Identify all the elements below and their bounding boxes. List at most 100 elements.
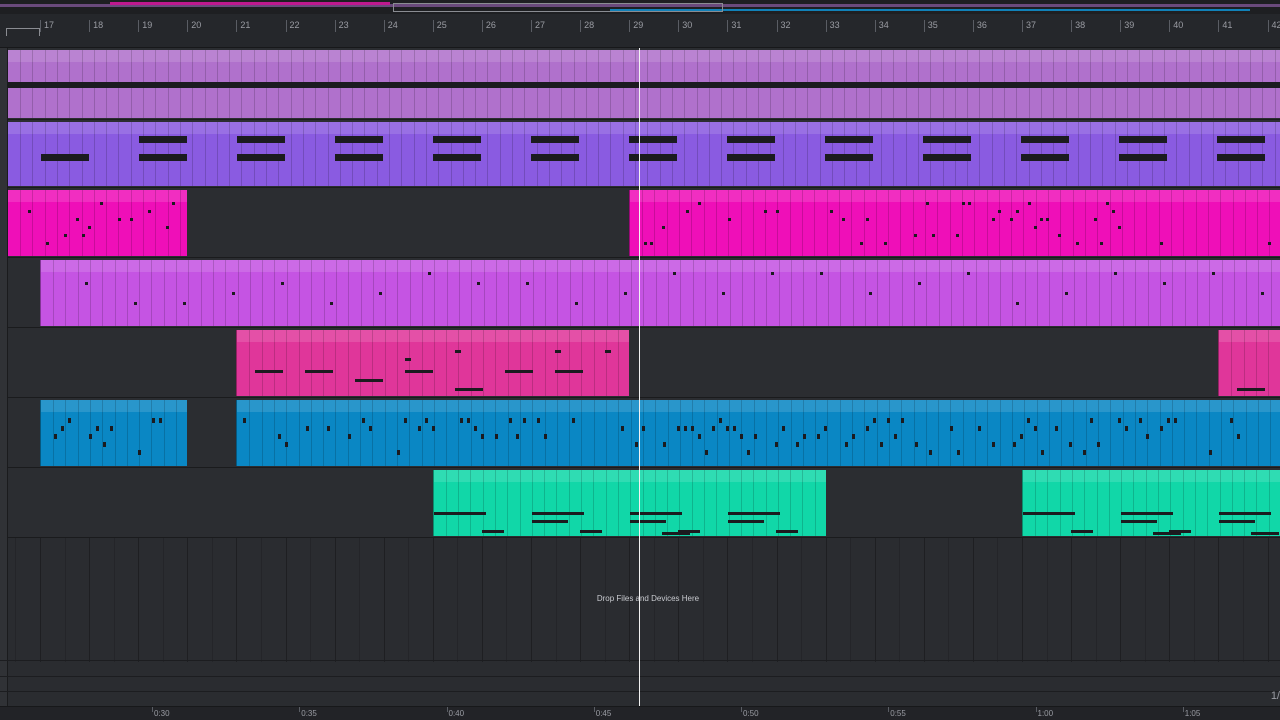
clip-grid-line — [1184, 260, 1186, 326]
midi-clip[interactable] — [236, 330, 630, 396]
midi-note — [1174, 418, 1178, 423]
clip-grid-line — [950, 400, 952, 466]
clip-grid-line — [606, 330, 608, 396]
playhead[interactable] — [639, 48, 641, 706]
clip-grid-line — [593, 400, 595, 466]
midi-note — [397, 450, 401, 455]
clip-grid-line — [790, 400, 792, 466]
midi-clip[interactable] — [7, 190, 188, 256]
clip-grid-line — [716, 400, 718, 466]
midi-clip[interactable] — [1022, 470, 1280, 536]
midi-note — [644, 242, 648, 245]
bar-tick — [580, 20, 582, 32]
time-ruler[interactable]: 0:30 0:35 0:40 0:45 0:50 0:55 1:00 1:05 — [0, 706, 1280, 720]
clip-grid-line — [77, 400, 79, 466]
clip-grid-line — [1121, 470, 1123, 536]
midi-clip[interactable] — [432, 470, 826, 536]
bar-number: 38 — [1075, 20, 1086, 30]
clip-grid-line — [717, 260, 719, 326]
clip-grid-line — [630, 470, 632, 536]
midi-note — [915, 442, 919, 447]
bar-number: 34 — [878, 20, 889, 30]
clip-grid-line — [544, 470, 546, 536]
midi-note — [998, 210, 1002, 213]
midi-note — [1020, 434, 1024, 439]
midi-clip[interactable] — [629, 190, 1280, 256]
clip-grid-line — [851, 190, 853, 256]
clip-grid-line — [425, 122, 427, 186]
clip-grid-line — [347, 330, 349, 396]
midi-note — [1041, 450, 1045, 455]
clip-grid-line — [618, 330, 620, 396]
clip-grid-line — [925, 400, 927, 466]
clip-grid-line — [323, 400, 325, 466]
midi-note — [1046, 218, 1050, 221]
midi-clip[interactable] — [236, 400, 1280, 466]
bar-tick — [138, 20, 140, 32]
midi-note — [1100, 242, 1104, 245]
midi-note — [825, 154, 873, 161]
clip-grid-line — [494, 470, 496, 536]
midi-note — [369, 426, 373, 431]
clip-grid-line — [1221, 260, 1223, 326]
clip-grid-line — [458, 330, 460, 396]
clip-grid-line — [89, 260, 91, 326]
midi-clip[interactable] — [40, 260, 1280, 326]
bar-number: 35 — [927, 20, 938, 30]
midi-note — [355, 379, 384, 382]
clip-grid-line — [1171, 400, 1173, 466]
midi-note — [531, 136, 579, 143]
clip-grid-line — [610, 122, 612, 186]
bar-tick — [285, 20, 287, 32]
midi-note — [929, 450, 933, 455]
midi-note — [348, 434, 352, 439]
clip-grid-line — [458, 400, 460, 466]
bar-tick — [1218, 20, 1220, 32]
clip-grid-line — [396, 400, 398, 466]
midi-note — [1212, 272, 1215, 275]
clip-grid-line — [347, 400, 349, 466]
clip-grid-line — [1159, 400, 1161, 466]
bar-number: 32 — [780, 20, 791, 30]
clip-grid-line — [53, 400, 54, 466]
clip-grid-line — [118, 122, 120, 186]
midi-clip[interactable] — [7, 50, 1280, 118]
clip-grid-line — [1134, 190, 1136, 256]
clip-grid-line — [938, 260, 940, 326]
clip-grid-line — [1244, 190, 1246, 256]
clip-grid-line — [975, 260, 977, 326]
overview-strip[interactable] — [0, 0, 1280, 14]
clip-grid-line — [852, 400, 854, 466]
clip-grid-line — [360, 400, 362, 466]
clip-grid-line — [421, 400, 423, 466]
clip-grid-line — [310, 330, 312, 396]
clip-grid-line — [421, 330, 423, 396]
bar-number: 24 — [387, 20, 398, 30]
midi-note — [956, 234, 960, 237]
bar-tick — [334, 20, 336, 32]
clip-grid-line — [1270, 260, 1272, 326]
midi-note — [1146, 434, 1150, 439]
midi-note — [243, 418, 247, 423]
beat-time-ruler[interactable]: 17 18 19 20 21 22 23 24 25 26 27 28 29 30 31 32 33 34 35 36… — [0, 14, 1280, 48]
clip-grid-line — [827, 260, 829, 326]
clip-grid-line — [327, 122, 329, 186]
clip-grid-line — [692, 400, 694, 466]
midi-note — [61, 426, 64, 431]
time-tick — [888, 707, 890, 712]
clip-grid-line — [56, 190, 58, 256]
clip-grid-line — [20, 190, 21, 256]
midi-clip[interactable] — [7, 122, 1280, 186]
midi-note — [1160, 242, 1164, 245]
overview-visible-range[interactable] — [393, 3, 723, 12]
clip-grid-line — [753, 470, 755, 536]
midi-note — [869, 292, 872, 295]
midi-note — [505, 370, 534, 373]
midi-note — [776, 210, 780, 213]
loop-brace[interactable] — [6, 28, 40, 36]
time-label: 0:35 — [301, 709, 317, 718]
midi-clip[interactable] — [40, 400, 188, 466]
midi-note — [1034, 226, 1038, 229]
clip-grid-line — [1145, 470, 1147, 536]
midi-clip[interactable] — [1218, 330, 1280, 396]
